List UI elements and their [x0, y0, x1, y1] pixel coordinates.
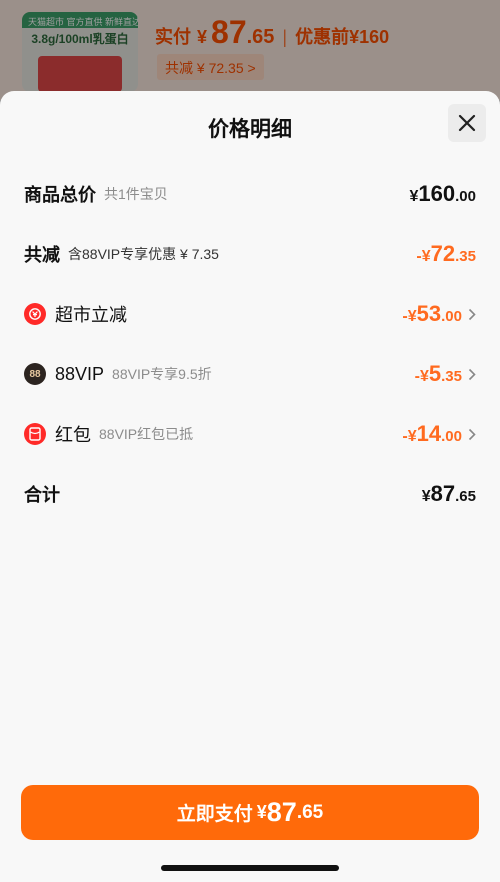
amount-int: 14 — [416, 421, 442, 446]
pay-now-button[interactable]: 立即支付 ¥ 87 .65 — [21, 785, 479, 840]
chevron-right-icon — [468, 308, 476, 321]
row-amount: -¥ 53 .00 — [402, 301, 476, 327]
close-icon — [458, 114, 476, 132]
home-indicator[interactable] — [161, 865, 339, 871]
amount-dec: .00 — [441, 308, 462, 325]
row-sub: 共1件宝贝 — [104, 186, 168, 202]
row-sub: 含88VIP专享优惠 ¥ 7.35 — [68, 246, 219, 262]
amount-yen: ¥ — [421, 488, 431, 505]
background-order-summary: 天猫超市 官方直供 新鲜直达 3.8g/100ml乳蛋白 实付 ¥ 87 .65… — [0, 0, 500, 100]
pay-button-int: 87 — [266, 797, 297, 827]
row-amount: -¥ 5 .35 — [415, 361, 476, 387]
amount-yen: -¥ — [414, 368, 429, 385]
88vip-icon: 88 — [24, 363, 46, 385]
amount-int: 5 — [428, 361, 442, 386]
chevron-right-icon — [468, 428, 476, 441]
price-detail-sheet: 价格明细 商品总价 共1件宝贝 ¥ 160 .00 共减 含88VIP专享优惠 … — [0, 91, 500, 882]
row-sub: 88VIP专享9.5折 — [112, 366, 212, 382]
row-total-goods: 商品总价 共1件宝贝 ¥ 160 .00 — [24, 179, 476, 209]
row-88vip-discount[interactable]: 88 88VIP 88VIP专享9.5折 -¥ 5 .35 — [24, 359, 476, 389]
row-amount: ¥ 160 .00 — [410, 181, 476, 207]
amount-dec: .00 — [455, 188, 476, 205]
amount-int: 160 — [418, 181, 456, 206]
chevron-right-icon — [468, 368, 476, 381]
row-grand-total: 合计 ¥ 87 .65 — [24, 479, 476, 509]
amount-yen: -¥ — [402, 428, 417, 445]
row-supermarket-discount[interactable]: 超市立减 -¥ 53 .00 — [24, 299, 476, 329]
row-sub: 88VIP红包已抵 — [99, 426, 194, 442]
row-total-reduction: 共减 含88VIP专享优惠 ¥ 7.35 -¥ 72 .35 — [24, 239, 476, 269]
amount-int: 53 — [416, 301, 442, 326]
close-button[interactable] — [448, 104, 486, 142]
amount-int: 87 — [430, 481, 456, 506]
row-amount: -¥ 72 .35 — [416, 241, 476, 267]
amount-yen: -¥ — [416, 248, 431, 265]
pay-button-label: 立即支付 — [176, 804, 253, 825]
amount-int: 72 — [430, 241, 456, 266]
row-amount: -¥ 14 .00 — [402, 421, 476, 447]
dim-overlay[interactable] — [0, 0, 500, 100]
amount-dec: .35 — [441, 368, 462, 385]
sheet-title: 价格明细 — [208, 118, 292, 141]
row-label: 商品总价 — [24, 185, 96, 205]
amount-dec: .35 — [455, 248, 476, 265]
row-label: 共减 — [24, 245, 60, 265]
row-label: 超市立减 — [55, 305, 127, 325]
row-label: 红包 — [55, 425, 91, 445]
supermarket-discount-icon — [24, 303, 46, 325]
row-amount: ¥ 87 .65 — [422, 481, 476, 507]
amount-dec: .00 — [441, 428, 462, 445]
amount-yen: -¥ — [402, 308, 417, 325]
amount-dec: .65 — [455, 488, 476, 505]
amount-yen: ¥ — [409, 188, 419, 205]
red-packet-icon — [24, 423, 46, 445]
row-red-packet[interactable]: 红包 88VIP红包已抵 -¥ 14 .00 — [24, 419, 476, 449]
pay-button-yen: ¥ — [256, 802, 267, 822]
pay-button-dec: .65 — [296, 801, 324, 823]
row-label: 合计 — [24, 485, 60, 505]
row-label: 88VIP — [55, 363, 105, 384]
